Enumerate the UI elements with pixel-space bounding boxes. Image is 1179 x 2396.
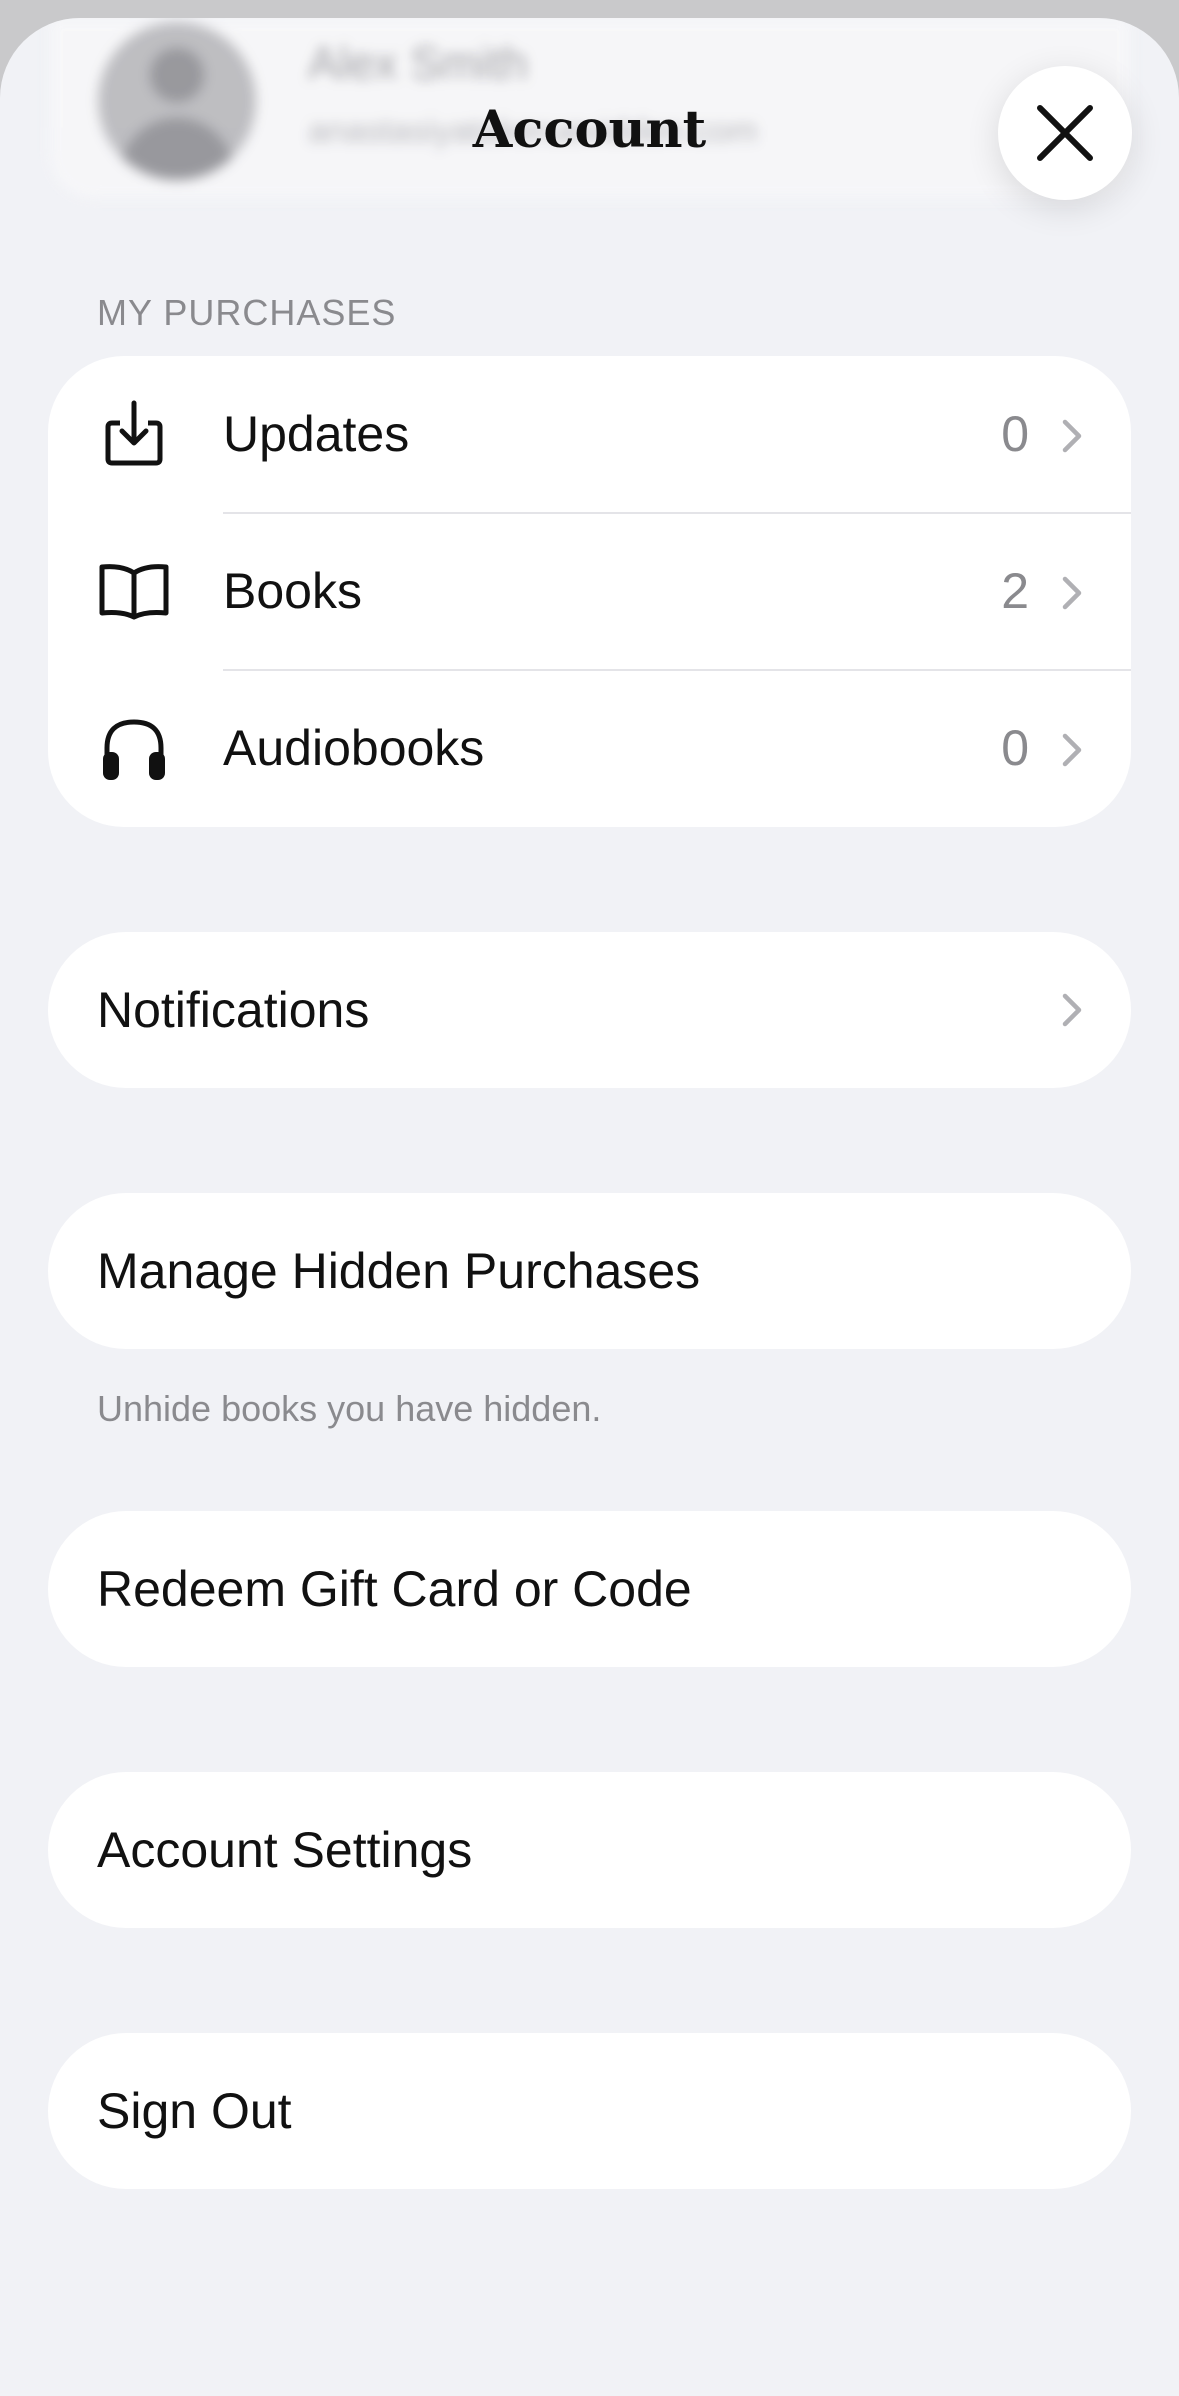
redeem-gift-card-label: Redeem Gift Card or Code [97,1561,692,1617]
purchases-row-count: 0 [1001,406,1029,462]
purchases-row-label: Books [223,563,362,619]
chevron-right-icon [1062,419,1082,453]
notifications-button[interactable]: Notifications [48,932,1131,1088]
redeem-gift-card-button[interactable]: Redeem Gift Card or Code [48,1511,1131,1667]
account-sheet: Alex Smith anastasiyatakeruevidden.com A… [0,18,1179,2396]
purchases-row-updates[interactable]: Updates 0 [48,356,1131,514]
open-book-icon [96,553,172,629]
purchases-row-count: 2 [1001,563,1029,619]
download-tray-icon [96,396,172,472]
close-icon [1037,105,1093,161]
profile-name: Alex Smith [308,37,528,89]
headphones-icon [96,710,172,786]
section-header-my-purchases: MY PURCHASES [97,292,397,333]
purchases-row-count: 0 [1001,720,1029,776]
chevron-right-icon [1062,733,1082,767]
chevron-right-icon [1062,993,1082,1027]
account-settings-button[interactable]: Account Settings [48,1772,1131,1928]
sign-out-label: Sign Out [97,2083,292,2139]
sign-out-button[interactable]: Sign Out [48,2033,1131,2189]
purchases-row-books[interactable]: Books 2 [48,513,1131,671]
notifications-label: Notifications [97,982,370,1038]
close-button[interactable] [998,66,1132,200]
manage-hidden-purchases-button[interactable]: Manage Hidden Purchases [48,1193,1131,1349]
purchases-row-audiobooks[interactable]: Audiobooks 0 [48,670,1131,827]
chevron-right-icon [1062,576,1082,610]
account-settings-label: Account Settings [97,1822,473,1878]
manage-hidden-purchases-label: Manage Hidden Purchases [97,1243,701,1299]
purchases-row-label: Audiobooks [223,720,485,776]
purchases-row-label: Updates [223,406,410,462]
hidden-purchases-footnote: Unhide books you have hidden. [97,1388,602,1429]
purchases-group: Updates 0 Books 2 Audiobooks 0 [48,356,1131,827]
